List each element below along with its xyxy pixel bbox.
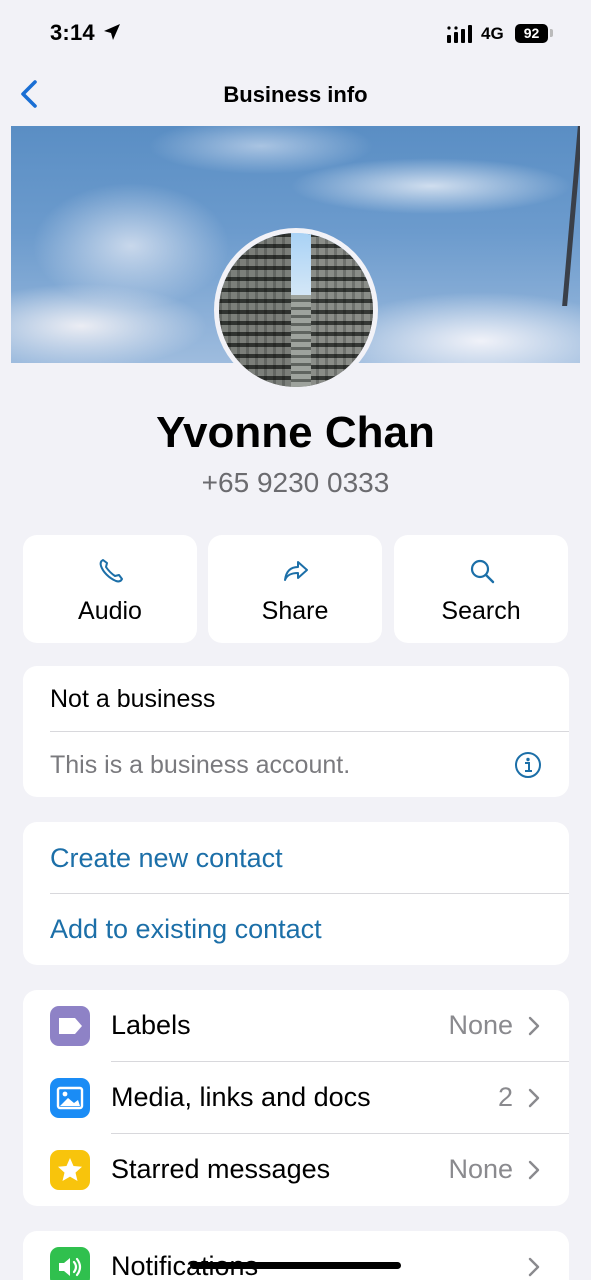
business-info-card: Not a business This is a business accoun… bbox=[23, 666, 569, 797]
photo-icon bbox=[50, 1078, 90, 1118]
chevron-right-icon bbox=[528, 1160, 540, 1180]
star-icon bbox=[50, 1150, 90, 1190]
nav-bar: Business info bbox=[0, 66, 591, 126]
avatar-building-left bbox=[219, 233, 291, 387]
starred-messages-row[interactable]: Starred messages None bbox=[23, 1134, 569, 1206]
chevron-right-icon bbox=[528, 1257, 540, 1277]
signal-icon bbox=[447, 25, 472, 43]
starred-label: Starred messages bbox=[111, 1154, 331, 1184]
avatar-building-right bbox=[307, 233, 373, 387]
share-button[interactable]: Share bbox=[208, 535, 382, 643]
speaker-icon bbox=[50, 1247, 90, 1280]
menu-card: Labels None Media, links and docs 2 Star… bbox=[23, 990, 569, 1206]
label-tag-icon bbox=[50, 1006, 90, 1046]
chevron-right-icon bbox=[528, 1016, 540, 1036]
chevron-right-icon bbox=[528, 1088, 540, 1108]
home-indicator[interactable] bbox=[190, 1262, 401, 1269]
audio-call-button[interactable]: Audio bbox=[23, 535, 197, 643]
search-label: Search bbox=[441, 597, 521, 625]
add-to-existing-contact-link[interactable]: Add to existing contact bbox=[50, 914, 322, 945]
phone-icon bbox=[99, 559, 123, 583]
share-label: Share bbox=[261, 597, 329, 625]
labels-label: Labels bbox=[111, 1010, 191, 1040]
labels-row[interactable]: Labels None bbox=[23, 990, 569, 1062]
divider bbox=[50, 731, 569, 732]
search-icon bbox=[470, 559, 495, 584]
notifications-card: Notifications bbox=[23, 1231, 569, 1280]
info-icon[interactable] bbox=[514, 751, 542, 779]
status-time: 3:14 bbox=[50, 20, 95, 45]
search-button[interactable]: Search bbox=[394, 535, 568, 643]
battery-icon: 92 bbox=[515, 24, 548, 43]
avatar-sky bbox=[291, 233, 311, 295]
profile-name: Yvonne Chan bbox=[156, 408, 435, 457]
cover-pole bbox=[562, 126, 580, 306]
business-description: This is a business account. bbox=[50, 751, 351, 779]
create-new-contact-link[interactable]: Create new contact bbox=[50, 843, 283, 874]
media-label: Media, links and docs bbox=[111, 1082, 371, 1112]
page-title: Business info bbox=[223, 82, 368, 107]
contact-actions-card: Create new contact Add to existing conta… bbox=[23, 822, 569, 965]
audio-label: Audio bbox=[78, 597, 142, 625]
location-arrow-icon bbox=[104, 24, 120, 40]
profile-phone: +65 9230 0333 bbox=[201, 467, 390, 498]
media-count: 2 bbox=[497, 1082, 513, 1112]
avatar-building-distant bbox=[291, 295, 311, 387]
status-bar: 3:14 4G 92 bbox=[0, 0, 591, 66]
battery-cap bbox=[550, 29, 553, 37]
starred-value: None bbox=[448, 1154, 513, 1184]
avatar[interactable] bbox=[214, 228, 378, 392]
share-arrow-icon bbox=[284, 561, 308, 581]
divider bbox=[50, 893, 569, 894]
labels-value: None bbox=[448, 1010, 513, 1040]
media-links-docs-row[interactable]: Media, links and docs 2 bbox=[23, 1062, 569, 1134]
business-status: Not a business bbox=[50, 685, 216, 713]
notifications-row[interactable]: Notifications bbox=[23, 1231, 569, 1280]
network-label: 4G bbox=[481, 24, 504, 43]
